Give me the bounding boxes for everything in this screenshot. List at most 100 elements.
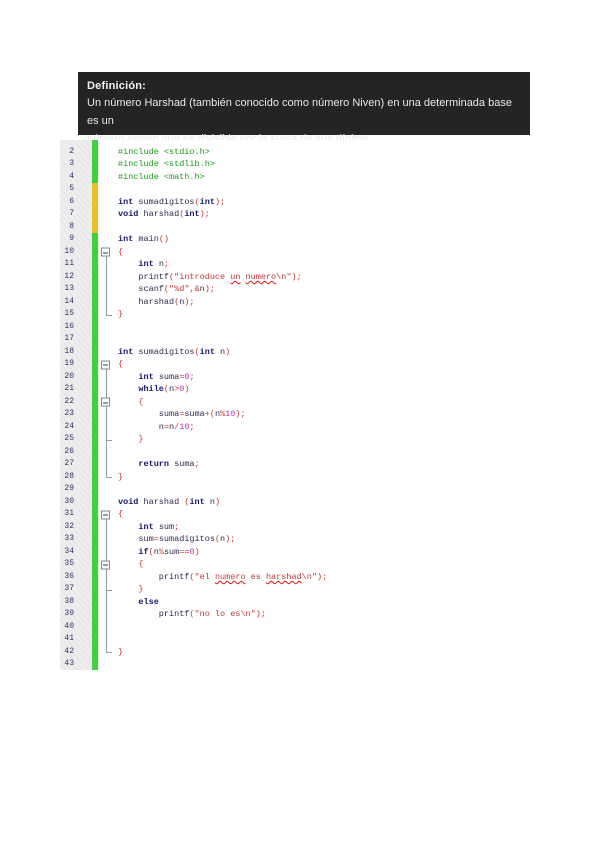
fold-toggle-icon[interactable] bbox=[98, 246, 115, 259]
code-line[interactable] bbox=[115, 333, 532, 346]
code-line[interactable]: int n; bbox=[115, 258, 532, 271]
code-line[interactable]: sum=sumadigitos(n); bbox=[115, 533, 532, 546]
code-line-row: 10 { bbox=[60, 246, 532, 259]
fold-margin bbox=[98, 321, 115, 334]
fold-margin bbox=[98, 433, 115, 446]
code-line-row: 29 bbox=[60, 483, 532, 496]
line-number: 4 bbox=[60, 171, 92, 184]
code-line[interactable]: int sumadigitos(int n) bbox=[115, 346, 532, 359]
code-line[interactable] bbox=[115, 446, 532, 459]
code-line-row: 2 #include <stdio.h> bbox=[60, 146, 532, 159]
code-line[interactable]: #include <stdio.h> bbox=[115, 146, 532, 159]
line-number: 31 bbox=[60, 508, 92, 521]
code-line[interactable] bbox=[115, 183, 532, 196]
line-number: 35 bbox=[60, 558, 92, 571]
code-line[interactable]: void harshad(int); bbox=[115, 208, 532, 221]
line-number: 39 bbox=[60, 608, 92, 621]
fold-margin bbox=[98, 171, 115, 184]
code-line-row: 20 int suma=0; bbox=[60, 371, 532, 384]
fold-toggle-icon[interactable] bbox=[98, 396, 115, 409]
code-line-row: 31 { bbox=[60, 508, 532, 521]
line-number: 15 bbox=[60, 308, 92, 321]
code-line[interactable] bbox=[115, 321, 532, 334]
code-line[interactable]: harshad(n); bbox=[115, 296, 532, 309]
line-number: 2 bbox=[60, 146, 92, 159]
code-editor[interactable]: 12#include <stdio.h>3#include <stdlib.h>… bbox=[60, 140, 532, 670]
code-line[interactable]: } bbox=[115, 583, 532, 596]
fold-margin bbox=[98, 496, 115, 509]
fold-margin bbox=[98, 646, 115, 659]
code-line-row: 17 bbox=[60, 333, 532, 346]
code-line[interactable]: int sum; bbox=[115, 521, 532, 534]
code-line-row: 23 suma=suma+(n%10); bbox=[60, 408, 532, 421]
fold-margin bbox=[98, 608, 115, 621]
code-line[interactable]: int main() bbox=[115, 233, 532, 246]
code-line[interactable] bbox=[115, 658, 532, 670]
line-number: 22 bbox=[60, 396, 92, 409]
code-line-row: 36 printf("el numero es harshad\n"); bbox=[60, 571, 532, 584]
code-line[interactable]: scanf("%d",&n); bbox=[115, 283, 532, 296]
code-line[interactable]: { bbox=[115, 508, 532, 521]
fold-margin bbox=[98, 196, 115, 209]
code-line[interactable]: void harshad (int n) bbox=[115, 496, 532, 509]
code-line[interactable]: { bbox=[115, 558, 532, 571]
line-number: 25 bbox=[60, 433, 92, 446]
code-line-row: 34 if(n%sum==0) bbox=[60, 546, 532, 559]
fold-toggle-icon[interactable] bbox=[98, 358, 115, 371]
definition-box: Definición: Un número Harshad (también c… bbox=[78, 72, 530, 135]
line-number: 10 bbox=[60, 246, 92, 259]
code-line-row: 3#include <stdlib.h> bbox=[60, 158, 532, 171]
code-line[interactable]: #include <stdlib.h> bbox=[115, 158, 532, 171]
line-number: 20 bbox=[60, 371, 92, 384]
code-line[interactable]: int sumadigitos(int); bbox=[115, 196, 532, 209]
code-line[interactable] bbox=[115, 483, 532, 496]
fold-margin bbox=[98, 296, 115, 309]
fold-margin bbox=[98, 271, 115, 284]
fold-toggle-icon[interactable] bbox=[98, 508, 115, 521]
code-line-row: 19{ bbox=[60, 358, 532, 371]
code-line[interactable]: } bbox=[115, 646, 532, 659]
code-line[interactable] bbox=[115, 633, 532, 646]
code-line-row: 35 { bbox=[60, 558, 532, 571]
code-line[interactable] bbox=[115, 621, 532, 634]
code-line-row: 39 printf("no lo es\n"); bbox=[60, 608, 532, 621]
fold-margin bbox=[98, 383, 115, 396]
fold-margin bbox=[98, 308, 115, 321]
code-line-row: 18int sumadigitos(int n) bbox=[60, 346, 532, 359]
code-line[interactable]: { bbox=[115, 246, 532, 259]
code-line[interactable]: if(n%sum==0) bbox=[115, 546, 532, 559]
line-number: 37 bbox=[60, 583, 92, 596]
code-line[interactable]: return suma; bbox=[115, 458, 532, 471]
fold-margin bbox=[98, 158, 115, 171]
line-number: 29 bbox=[60, 483, 92, 496]
code-line[interactable] bbox=[115, 221, 532, 234]
code-line-row: 33 sum=sumadigitos(n); bbox=[60, 533, 532, 546]
code-line[interactable]: printf("introduce un numero\n"); bbox=[115, 271, 532, 284]
fold-margin bbox=[98, 571, 115, 584]
code-line[interactable]: printf("no lo es\n"); bbox=[115, 608, 532, 621]
line-number: 34 bbox=[60, 546, 92, 559]
code-line[interactable]: { bbox=[115, 396, 532, 409]
code-line-row: 38 else bbox=[60, 596, 532, 609]
code-line[interactable]: while(n>0) bbox=[115, 383, 532, 396]
line-number: 32 bbox=[60, 521, 92, 534]
fold-margin bbox=[98, 621, 115, 634]
code-line-row: 24 n=n/10; bbox=[60, 421, 532, 434]
code-line[interactable]: int suma=0; bbox=[115, 371, 532, 384]
fold-margin bbox=[98, 483, 115, 496]
fold-margin bbox=[98, 221, 115, 234]
code-line[interactable]: #include <math.h> bbox=[115, 171, 532, 184]
code-line[interactable]: n=n/10; bbox=[115, 421, 532, 434]
fold-margin bbox=[98, 146, 115, 159]
code-line[interactable]: else bbox=[115, 596, 532, 609]
code-line[interactable]: { bbox=[115, 358, 532, 371]
code-line[interactable]: } bbox=[115, 433, 532, 446]
code-line[interactable]: } bbox=[115, 471, 532, 484]
fold-toggle-icon[interactable] bbox=[98, 558, 115, 571]
code-line[interactable]: } bbox=[115, 308, 532, 321]
code-line-row: 40 bbox=[60, 621, 532, 634]
code-line-row: 11 int n; bbox=[60, 258, 532, 271]
code-line[interactable]: printf("el numero es harshad\n"); bbox=[115, 571, 532, 584]
code-line[interactable]: suma=suma+(n%10); bbox=[115, 408, 532, 421]
code-line-row: 6int sumadigitos(int); bbox=[60, 196, 532, 209]
